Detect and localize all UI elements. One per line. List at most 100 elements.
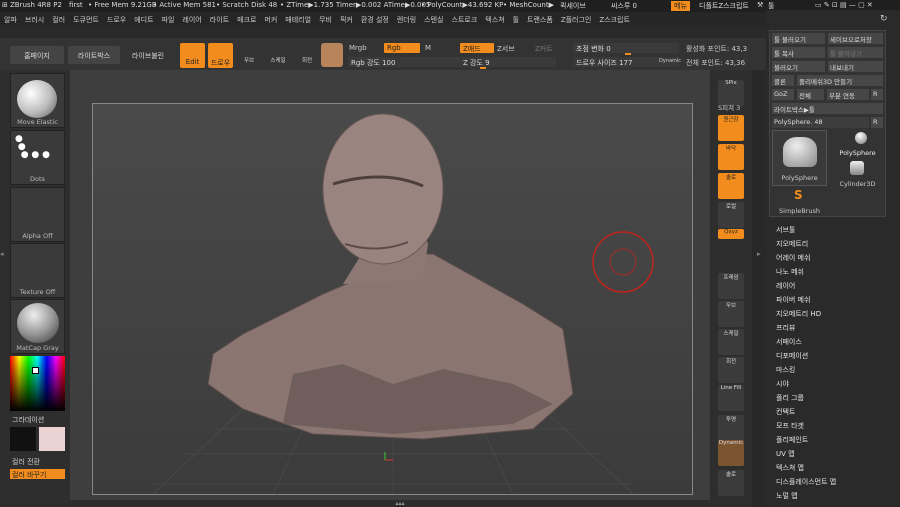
- partial-sync-button[interactable]: 부분 연동: [827, 89, 869, 100]
- gradient-toggle[interactable]: 그라데이션: [12, 415, 44, 425]
- right-tray-arrow-icon[interactable]: ▸: [757, 250, 763, 262]
- menus-button[interactable]: 메뉴: [671, 1, 690, 11]
- color-picker[interactable]: [10, 356, 65, 411]
- subpalette-6[interactable]: 지오메트리 HD: [776, 309, 821, 319]
- move-button[interactable]: 무브: [239, 45, 259, 65]
- menu-1[interactable]: 브러시: [21, 12, 48, 25]
- tool-item-cylinder[interactable]: Cylinder3D: [830, 161, 885, 189]
- refresh-icon[interactable]: ↻: [880, 14, 888, 24]
- qxyz-button[interactable]: Qxyz: [718, 229, 744, 239]
- copy-tool-button[interactable]: 툴 복사: [772, 47, 825, 58]
- brush-thumbnail[interactable]: Move Elastic: [10, 73, 65, 128]
- focal-shift-slider[interactable]: 초점 변화 0: [573, 43, 679, 53]
- subpalette-7[interactable]: 프리뷰: [776, 323, 795, 333]
- subpalette-12[interactable]: 폴리 그룹: [776, 393, 804, 403]
- subpalette-4[interactable]: 레이어: [776, 281, 795, 291]
- save-as-button[interactable]: 세이브으로저장: [828, 33, 883, 44]
- scale-button[interactable]: 스케일: [268, 45, 288, 65]
- subpalette-1[interactable]: 지오메트리: [776, 239, 808, 249]
- subpalette-13[interactable]: 컨택트: [776, 407, 795, 417]
- current-tool-slider[interactable]: PolySphere. 48: [772, 117, 869, 128]
- color-picker-cursor[interactable]: [32, 367, 39, 374]
- menu-16[interactable]: 스텐실: [420, 12, 447, 25]
- secondary-color-swatch[interactable]: [39, 427, 65, 451]
- bust-head[interactable]: [322, 113, 444, 265]
- move-view-button[interactable]: 무브: [718, 301, 744, 327]
- menu-11[interactable]: 매테리얼: [281, 12, 315, 25]
- transp-button[interactable]: 투명: [718, 415, 744, 441]
- m-toggle[interactable]: M: [425, 44, 431, 52]
- perspective-button[interactable]: 원근감: [718, 115, 744, 141]
- subpalette-19[interactable]: 노멀 맵: [776, 491, 798, 501]
- homepage-button[interactable]: 홈페이지: [10, 46, 64, 64]
- tool-r-button[interactable]: R: [871, 117, 883, 128]
- left-tray-arrow-icon[interactable]: ◂: [0, 250, 6, 262]
- menu-5[interactable]: 에디트: [130, 12, 157, 25]
- frame-button[interactable]: 프레임: [718, 273, 744, 299]
- subpalette-9[interactable]: 디포메이션: [776, 351, 808, 361]
- rgb-toggle[interactable]: Rgb: [384, 43, 420, 53]
- goz-button[interactable]: GoZ: [772, 89, 794, 100]
- viewport-svg[interactable]: [93, 104, 692, 495]
- alpha-thumbnail[interactable]: Alpha Off: [10, 187, 65, 242]
- window-controls[interactable]: ▭ ✎ ⊡ ▤ — ▢ ✕: [815, 1, 873, 9]
- switch-color-button[interactable]: 컬러 전환: [12, 457, 40, 467]
- texture-thumbnail[interactable]: Texture Off: [10, 243, 65, 298]
- paste-tool-button[interactable]: 툴 붙여넣기: [828, 47, 883, 58]
- solo-button[interactable]: 솔로: [718, 173, 744, 199]
- see-through-slider[interactable]: 씨스루 0: [611, 1, 637, 11]
- goz-r-button[interactable]: R: [871, 89, 883, 100]
- subpalette-16[interactable]: UV 맵: [776, 449, 795, 459]
- rotate-view-button[interactable]: 회전: [718, 357, 744, 383]
- menu-3[interactable]: 도큐먼트: [69, 12, 103, 25]
- export-button[interactable]: 내보내기: [828, 61, 883, 72]
- stroke-thumbnail[interactable]: ● ● ● ● ● Dots: [10, 130, 65, 185]
- tool-item-current[interactable]: PolySphere: [772, 130, 827, 186]
- clone-button[interactable]: 클론: [772, 75, 794, 86]
- lightbox-button[interactable]: 라이트박스: [68, 46, 120, 64]
- tool-item-polysphere[interactable]: PolySphere: [830, 130, 885, 158]
- live-boolean-button[interactable]: 라이브불린: [122, 46, 174, 64]
- menu-9[interactable]: 매크로: [233, 12, 260, 25]
- zsub-toggle[interactable]: Z서브: [497, 44, 515, 54]
- menu-0[interactable]: 알파: [0, 12, 21, 25]
- z-intensity-slider[interactable]: Z 강도 9: [460, 57, 556, 67]
- subpalette-11[interactable]: 시야: [776, 379, 789, 389]
- menu-10[interactable]: 머커: [260, 12, 281, 25]
- menu-20[interactable]: 트랜스폼: [523, 12, 557, 25]
- menu-18[interactable]: 텍스쳐: [481, 12, 508, 25]
- tool-item-simplebrush[interactable]: S SimpleBrush: [772, 188, 827, 216]
- edit-button[interactable]: Edit: [180, 43, 205, 68]
- tray-scrollbar[interactable]: [752, 70, 766, 507]
- document-frame[interactable]: [92, 103, 693, 495]
- bottom-tray-arrow-icon[interactable]: ▴▴▴: [380, 500, 420, 507]
- solo-view-button[interactable]: 솔로: [718, 470, 744, 496]
- menu-12[interactable]: 무비: [315, 12, 336, 25]
- menu-15[interactable]: 렌더링: [393, 12, 420, 25]
- material-thumbnail[interactable]: MatCap Gray: [10, 299, 65, 354]
- local-button[interactable]: 로컬: [718, 202, 744, 228]
- primary-color-swatch[interactable]: [10, 427, 36, 451]
- import-button[interactable]: 불러오기: [772, 61, 825, 72]
- dynamic-toggle[interactable]: Dynamic: [659, 58, 681, 64]
- draw-button[interactable]: 드로우: [208, 43, 233, 68]
- swap-color-button[interactable]: 컬러 바꾸기: [10, 469, 65, 479]
- menu-14[interactable]: 환경 설정: [357, 12, 393, 25]
- menu-8[interactable]: 라이트: [206, 12, 233, 25]
- subpalette-2[interactable]: 어레이 메쉬: [776, 253, 810, 263]
- linefill-button[interactable]: Line Fill: [718, 385, 744, 411]
- material-swatch[interactable]: [321, 43, 343, 67]
- subpalette-17[interactable]: 텍스쳐 맵: [776, 463, 804, 473]
- subpalette-8[interactable]: 서페이스: [776, 337, 802, 347]
- mrgb-toggle[interactable]: Mrgb: [349, 44, 367, 52]
- subdiv-feature-slider[interactable]: S피쳐 3: [718, 102, 740, 112]
- subpalette-18[interactable]: 디스플레이스먼트 맵: [776, 477, 836, 487]
- menu-13[interactable]: 픽커: [336, 12, 357, 25]
- zcut-toggle[interactable]: Z커트: [535, 44, 553, 54]
- menu-7[interactable]: 레이어: [178, 12, 205, 25]
- subpalette-5[interactable]: 파이버 메쉬: [776, 295, 810, 305]
- subpalette-3[interactable]: 나노 메쉬: [776, 267, 804, 277]
- subpalette-0[interactable]: 서브툴: [776, 225, 795, 235]
- menu-17[interactable]: 스트로크: [448, 12, 482, 25]
- subpalette-10[interactable]: 마스킹: [776, 365, 795, 375]
